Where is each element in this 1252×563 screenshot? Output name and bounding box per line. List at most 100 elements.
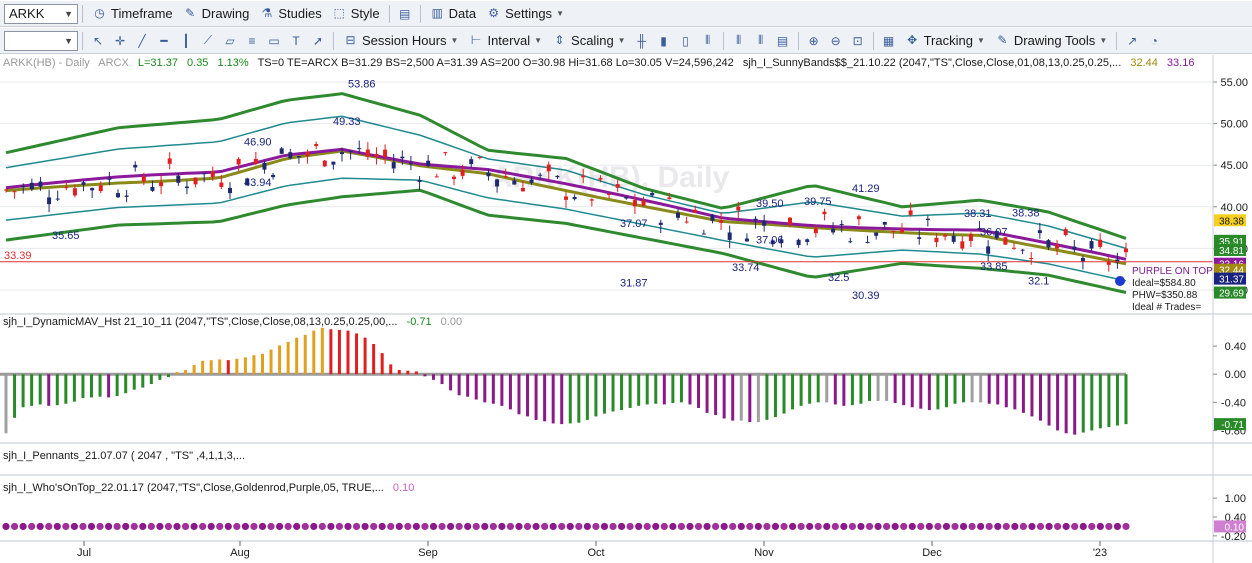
trend-up-icon[interactable]: ↗ (1123, 32, 1141, 50)
hollow-candle-icon[interactable]: ▯ (677, 32, 695, 50)
candle-body (1012, 247, 1016, 249)
whos-on-top-dot (147, 522, 155, 531)
scaling-button[interactable]: ⇕ Scaling ▼ (547, 30, 631, 52)
hist-bar (671, 374, 675, 404)
interval-button[interactable]: ⊢ Interval ▼ (463, 30, 547, 52)
arrow-icon[interactable]: ➚ (309, 32, 327, 50)
toolbar-separator (82, 4, 83, 23)
session-hours-button[interactable]: ⊟ Session Hours ▼ (338, 30, 463, 52)
zoom-fit-icon[interactable]: ⊡ (849, 32, 867, 50)
fibonacci-icon[interactable]: ≡ (243, 32, 261, 50)
bars-compress-icon[interactable]: ⦀ (730, 32, 748, 50)
channel-icon[interactable]: ▱ (221, 32, 239, 50)
timeframe-input[interactable]: ▼ (4, 30, 78, 51)
crosshair-icon[interactable]: ✛ (111, 32, 129, 50)
whos-on-top-dot (635, 522, 643, 531)
chevron-down-icon[interactable]: ▼ (64, 9, 73, 19)
bars-reset-icon[interactable]: ▤ (774, 32, 792, 50)
hist-bar (902, 374, 906, 406)
tracking-button[interactable]: ✥ Tracking ▼ (900, 30, 990, 52)
price-badge-label: 31.37 (1219, 275, 1244, 286)
whos-on-top-dot (592, 522, 600, 531)
zoom-out-icon[interactable]: ⊖ (827, 32, 845, 50)
settings-button[interactable]: ⚙ Settings ▼ (481, 3, 569, 25)
zoom-in-icon[interactable]: ⊕ (805, 32, 823, 50)
whos-on-top-dot (293, 522, 301, 531)
trendline-icon[interactable]: ╱ (133, 32, 151, 50)
horizontal-line-icon[interactable]: ━ (155, 32, 173, 50)
whos-on-top-dot (284, 522, 292, 531)
whos-on-top-dot (729, 522, 737, 531)
bars-expand-icon[interactable]: ⦀ (752, 32, 770, 50)
whos-on-top-dot (1062, 522, 1070, 531)
whos-on-top-dot (1122, 522, 1130, 531)
symbol-input[interactable]: ARKK ▼ (4, 3, 78, 24)
panel4-title: sjh_I_Who'sOnTop_22.01.17 (2047,"TS",Clo… (3, 482, 414, 494)
time-axis-label: Nov (754, 547, 774, 559)
candle-body (219, 182, 224, 187)
drawing-tools-button[interactable]: ✎ Drawing Tools ▼ (990, 30, 1112, 52)
whos-on-top-dot (2, 522, 10, 531)
candle-body (271, 174, 276, 178)
hist-bar (1115, 374, 1119, 426)
whos-on-top-dot (1002, 522, 1010, 531)
cursor-icon[interactable]: ↖ (89, 32, 107, 50)
layout-icon[interactable]: ▤ (396, 5, 414, 23)
candle-body (365, 149, 370, 157)
price-annotation: 39.50 (756, 198, 784, 210)
vertical-line-icon[interactable]: ┃ (177, 32, 195, 50)
line-chart-icon[interactable]: ⫴ (699, 32, 717, 50)
ohlc-bar-icon[interactable]: ╫ (633, 32, 651, 50)
grid-icon[interactable]: ▦ (880, 32, 898, 50)
chevron-down-icon[interactable]: ▼ (64, 36, 73, 46)
whos-on-top-dot (344, 522, 352, 531)
hist-bar (38, 374, 42, 405)
hist-bar (688, 374, 692, 405)
candle-body (874, 232, 879, 236)
data-button[interactable]: ▥ Data (425, 3, 481, 25)
timeframe-button[interactable]: ◷ Timeframe (87, 3, 178, 25)
bar-chart-icon: ▥ (431, 6, 443, 20)
price-annotation: 37.07 (620, 218, 648, 230)
hist-bar (89, 374, 93, 398)
whos-on-top-dot (558, 522, 566, 531)
candle-body (813, 228, 818, 234)
price-annotation: 49.33 (333, 116, 361, 128)
hist-bar (30, 374, 34, 406)
hist-bar (55, 374, 59, 406)
flask-icon: ⚗ (261, 6, 273, 20)
ray-icon[interactable]: ⟋ (199, 32, 217, 50)
candle-body (1089, 241, 1094, 249)
candle-body (581, 175, 586, 178)
hist-bar (628, 374, 632, 408)
whos-on-top-dot (429, 522, 438, 531)
rectangle-icon[interactable]: ▭ (265, 32, 283, 50)
chart-area[interactable]: ARKK(HB), Daily ARKK(HB) - Daily ARCX L=… (0, 55, 1252, 563)
whos-on-top-dot (669, 522, 677, 531)
pencil-icon: ✎ (185, 6, 196, 20)
whos-on-top-dot (250, 522, 258, 531)
whos-on-top-dot (1071, 522, 1079, 531)
candlestick-icon[interactable]: ▮ (655, 32, 673, 50)
candle-body (452, 176, 456, 180)
whos-on-top-dot (1096, 522, 1104, 531)
whos-on-top-dot (780, 522, 788, 531)
candle-body (701, 233, 706, 235)
hist-bar (201, 360, 205, 375)
candle-body (348, 150, 353, 153)
price-annotation: 35.65 (52, 230, 80, 242)
hist-bar (748, 374, 752, 423)
text-icon[interactable]: T (287, 32, 305, 50)
studies-button[interactable]: ⚗ Studies (254, 3, 326, 25)
style-button[interactable]: ⬚ Style (327, 3, 385, 25)
candle-body (1020, 249, 1025, 251)
candle-body (917, 237, 922, 239)
whos-on-top-dot (797, 522, 805, 531)
hist-bar (1056, 374, 1060, 431)
hist-bar (72, 374, 76, 402)
speedometer-icon[interactable]: ◔ (1145, 32, 1163, 50)
hist-bar (970, 374, 974, 403)
drawing-button[interactable]: ✎ Drawing (178, 3, 255, 25)
candle-body (856, 216, 861, 220)
header-details: TS=0 TE=ARCX B=31.29 BS=2,500 A=31.39 AS… (258, 57, 734, 69)
